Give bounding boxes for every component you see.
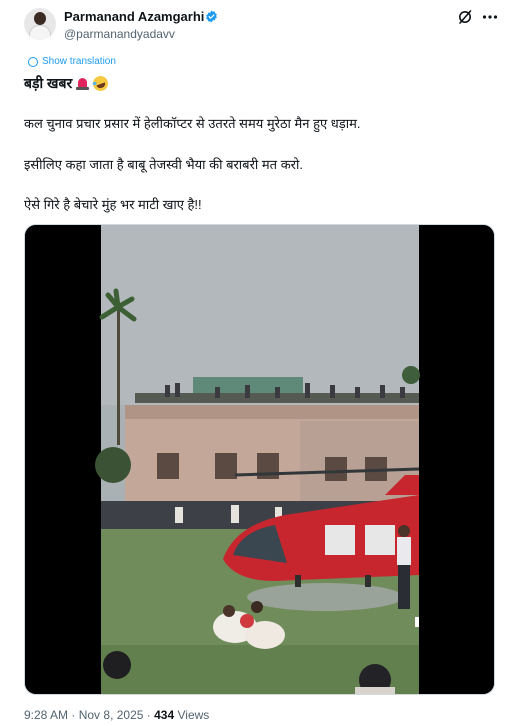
show-translation-label: Show translation <box>42 56 116 67</box>
verified-badge-icon <box>206 10 217 23</box>
post-time[interactable]: 9:28 AM <box>24 708 68 722</box>
headline-text: बड़ी खबर <box>24 75 73 91</box>
avatar[interactable] <box>24 8 56 40</box>
views-count: 434 <box>154 708 175 722</box>
show-translation-link[interactable]: Show translation <box>28 56 116 67</box>
post-text-line-1: कल चुनाव प्रचार प्रसार में हेलीकॉप्टर से… <box>24 116 361 131</box>
meta-separator-2: · <box>146 708 151 722</box>
post-date[interactable]: Nov 8, 2025 <box>79 708 144 722</box>
display-name[interactable]: Parmanand Azamgarhi <box>64 9 204 24</box>
more-options-icon[interactable] <box>482 14 498 20</box>
rolling-laughing-icon <box>91 73 111 94</box>
tweet: Parmanand Azamgarhi @parmanandyadavv Sho… <box>0 0 526 726</box>
post-headline: बड़ी खबर <box>24 73 111 94</box>
meta-separator: · <box>71 708 76 722</box>
video-scene <box>95 225 420 694</box>
post-meta: 9:28 AM · Nov 8, 2025 · 434 Views <box>24 708 209 722</box>
globe-icon <box>28 56 38 67</box>
grok-icon[interactable] <box>457 9 473 25</box>
video-frame <box>25 225 494 694</box>
post-text-line-3: ऐसे गिरे है बेचारे मुंह भर माटी खाए है!! <box>24 197 202 212</box>
views-label: Views <box>177 708 210 722</box>
avatar-body <box>29 25 51 40</box>
video-player[interactable] <box>24 224 495 695</box>
avatar-head <box>34 12 46 25</box>
police-siren-icon <box>75 77 90 91</box>
handle[interactable]: @parmanandyadavv <box>64 27 175 41</box>
post-text-line-2: इसीलिए कहा जाता है बाबू तेजस्वी भैया की … <box>24 157 303 172</box>
